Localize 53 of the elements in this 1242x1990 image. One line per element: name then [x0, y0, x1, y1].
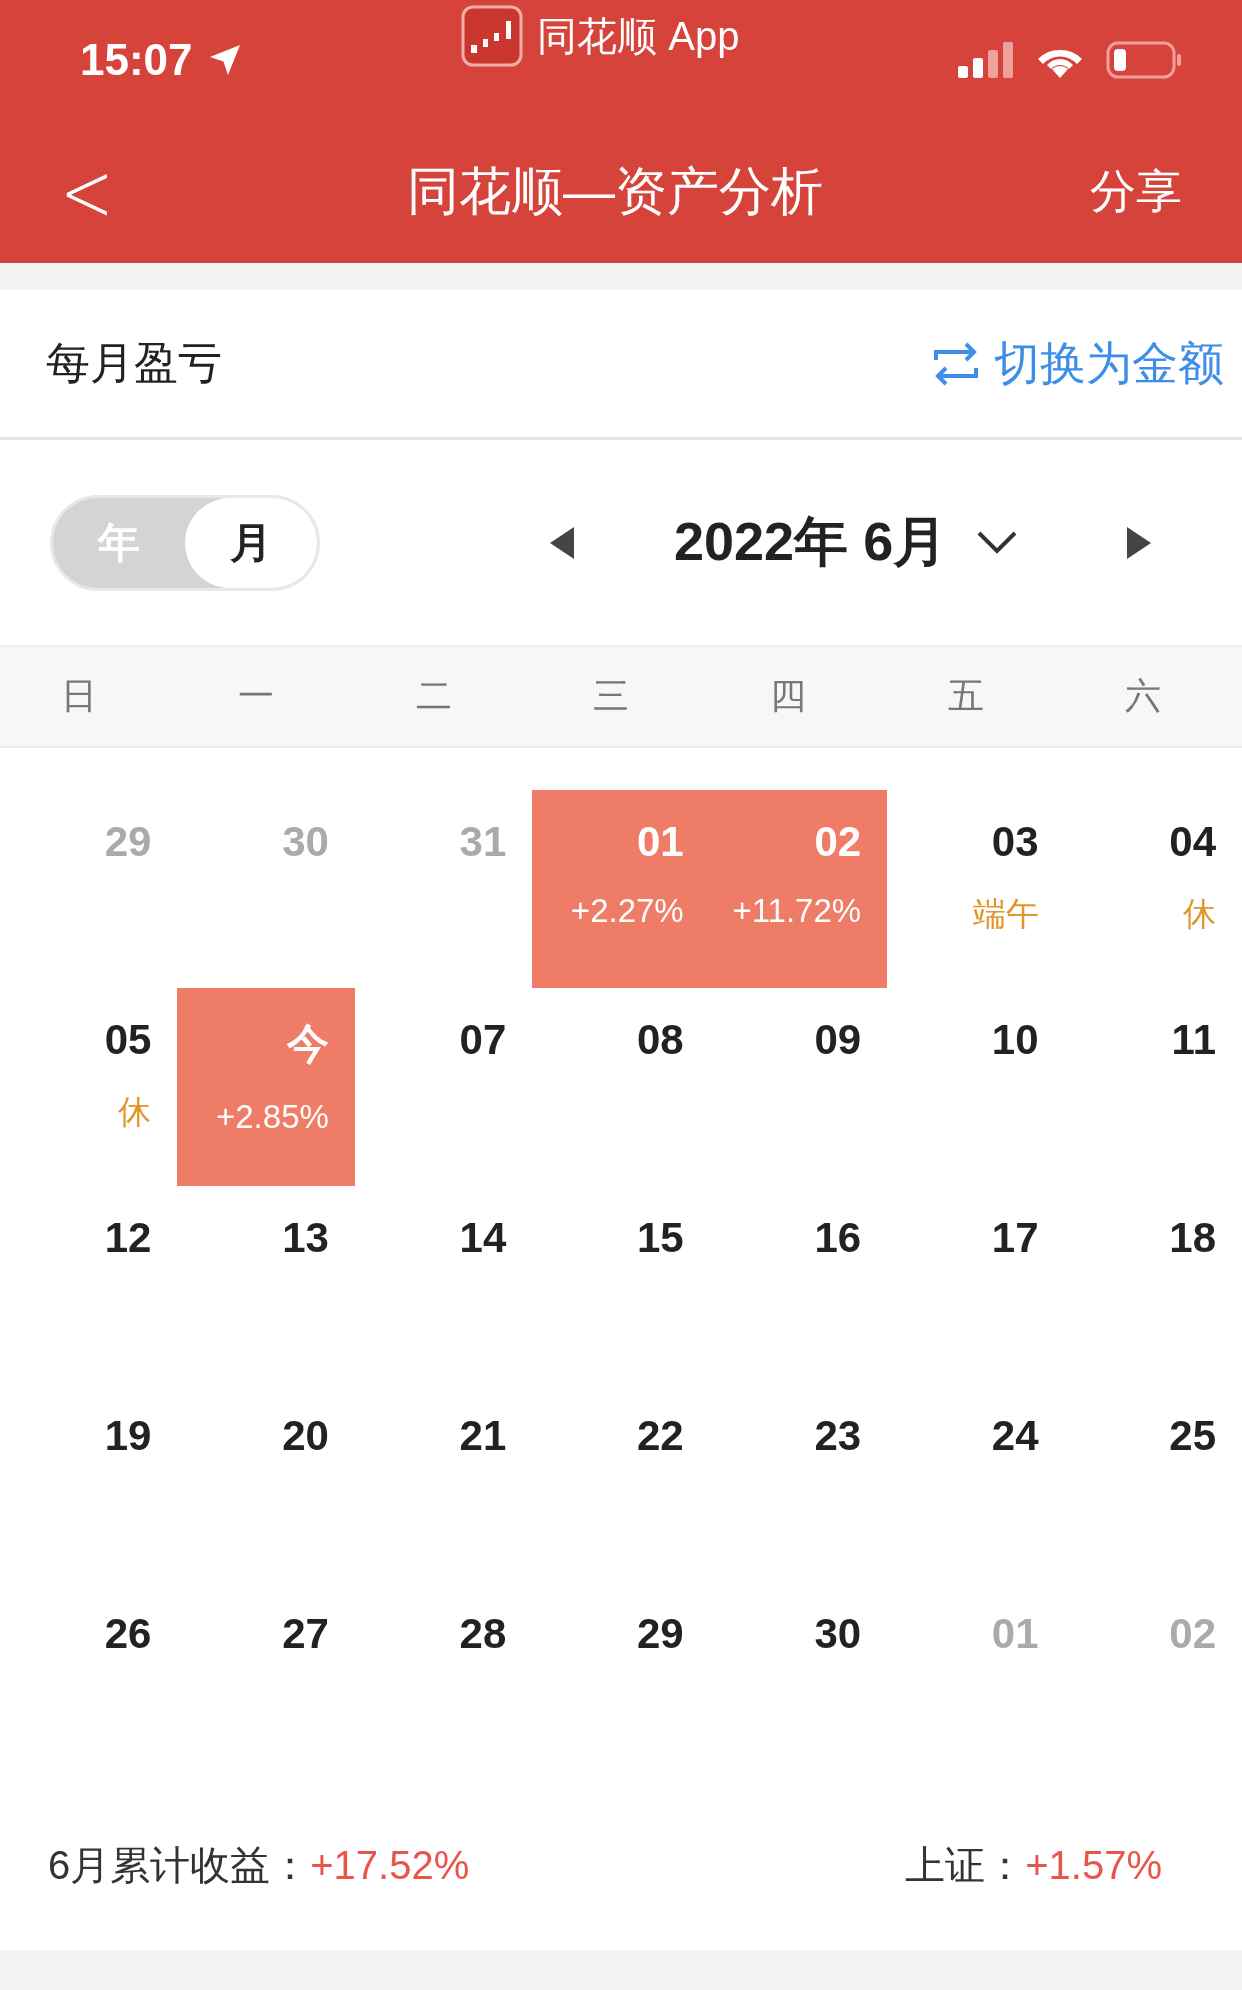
calendar-day-cell[interactable]: 21	[354, 1384, 533, 1582]
calendar-day-cell[interactable]: 27	[177, 1582, 355, 1780]
weekday-label: 五	[946, 674, 985, 718]
calendar-day-cell[interactable]: 29	[532, 1582, 710, 1780]
calendar-day-cell[interactable]: 03 端午	[887, 790, 1065, 988]
previous-month-icon[interactable]	[550, 526, 574, 559]
status-time: 15:07	[80, 35, 193, 85]
app-badge-label[interactable]: 同花顺 App	[537, 8, 740, 64]
calendar-day-cell[interactable]: 23	[709, 1384, 888, 1582]
calendar-day-cell[interactable]: 28	[354, 1582, 533, 1780]
weekday-label: 一	[237, 674, 276, 718]
index-value: +1.57%	[1025, 1842, 1162, 1888]
app-logo-icon	[461, 5, 524, 67]
calendar-day-cell[interactable]: 20	[177, 1384, 355, 1582]
next-month-icon[interactable]	[1127, 526, 1152, 559]
calendar-day-cell[interactable]: 12	[0, 1186, 178, 1384]
calendar-day-cell[interactable]: 16	[709, 1186, 888, 1384]
chevron-down-icon	[977, 530, 1018, 555]
calendar-day-cell[interactable]: 08	[532, 988, 710, 1186]
calendar-day-cell[interactable]: 10	[887, 988, 1065, 1186]
back-button[interactable]: <	[60, 143, 140, 240]
monthly-return-label: 6月累计收益：	[48, 1841, 311, 1889]
weekday-label: 六	[1124, 674, 1163, 718]
index-label: 上证：	[905, 1841, 1026, 1889]
calendar-day-cell[interactable]: 05 休	[0, 988, 178, 1186]
section-title: 每月盈亏	[46, 337, 222, 389]
calendar-day-cell[interactable]: 26	[0, 1582, 178, 1780]
calendar-day-cell[interactable]: 15	[532, 1186, 710, 1384]
calendar-day-cell[interactable]: 09	[709, 988, 888, 1186]
calendar-day-cell[interactable]: 25	[1064, 1384, 1242, 1582]
weekday-label: 三	[592, 674, 630, 718]
swap-icon	[932, 341, 980, 386]
weekday-label: 四	[769, 674, 808, 718]
calendar-day-cell[interactable]: 30	[709, 1582, 888, 1780]
calendar-day-cell[interactable]: 17	[887, 1186, 1065, 1384]
page-title: 同花顺—资产分析	[407, 160, 823, 222]
calendar-day-cell[interactable]: 11	[1064, 988, 1242, 1186]
share-button[interactable]: 分享	[1090, 160, 1182, 223]
month-picker[interactable]: 2022年 6月	[574, 506, 1128, 579]
calendar-day-cell[interactable]: 24	[887, 1384, 1065, 1582]
mode-tab[interactable]: 月	[185, 497, 317, 588]
weekday-label: 日	[59, 674, 98, 718]
monthly-return-value: +17.52%	[310, 1842, 470, 1888]
calendar-day-cell[interactable]: 14	[354, 1186, 533, 1384]
weekday-label: 二	[414, 674, 453, 718]
battery-icon	[1106, 41, 1182, 79]
calendar-day-cell[interactable]: 04 休	[1064, 790, 1242, 988]
calendar-day-cell[interactable]: 19	[0, 1384, 178, 1582]
calendar-day-cell[interactable]: 22	[532, 1384, 710, 1582]
calendar-day-cell[interactable]: 13	[177, 1186, 355, 1384]
calendar-day-cell[interactable]: 18	[1064, 1186, 1242, 1384]
calendar-day-cell[interactable]: 07	[354, 988, 533, 1186]
signal-icon	[958, 42, 1014, 78]
